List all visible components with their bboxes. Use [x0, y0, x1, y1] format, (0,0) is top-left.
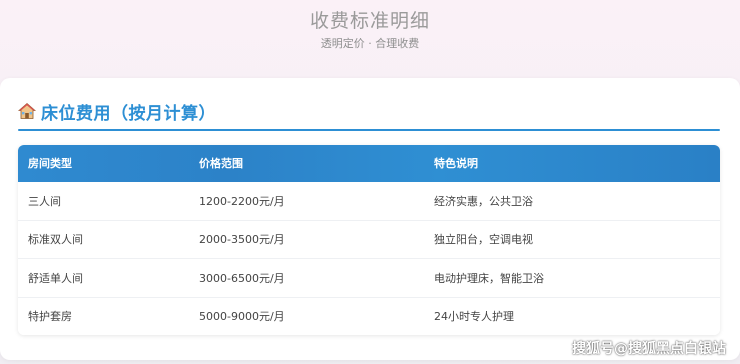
fee-table: 房间类型 价格范围 特色说明 三人间 1200-2200元/月 经济实惠，公共卫… — [18, 145, 720, 335]
table-header: 房间类型 价格范围 特色说明 — [18, 145, 720, 182]
cell-room-type: 特护套房 — [28, 310, 72, 324]
table-row: 三人间 1200-2200元/月 经济实惠，公共卫浴 — [18, 182, 720, 220]
cell-price-range: 2000-3500元/月 — [199, 233, 285, 247]
header-price-range: 价格范围 — [199, 157, 243, 170]
section-divider — [18, 129, 720, 131]
cell-room-type: 标准双人间 — [28, 233, 83, 247]
cell-price-range: 3000-6500元/月 — [199, 271, 285, 285]
cell-features: 经济实惠，公共卫浴 — [434, 194, 533, 208]
header-features: 特色说明 — [434, 157, 478, 170]
cell-features: 电动护理床，智能卫浴 — [434, 271, 544, 285]
cell-room-type: 舒适单人间 — [28, 271, 83, 285]
fee-card: 床位费用（按月计算） 房间类型 价格范围 特色说明 三人间 1200-2200元… — [0, 78, 740, 360]
table-row: 舒适单人间 3000-6500元/月 电动护理床，智能卫浴 — [18, 258, 720, 297]
page-title: 收费标准明细 — [309, 10, 430, 32]
page-subtitle: 透明定价 · 合理收费 — [320, 37, 420, 50]
header-room-type: 房间类型 — [28, 157, 72, 170]
section-title: 床位费用（按月计算） — [41, 103, 216, 124]
watermark: 搜狐号@搜狐黑点白银站 — [572, 341, 726, 357]
house-icon — [17, 102, 37, 120]
table-row: 特护套房 5000-9000元/月 24小时专人护理 — [18, 296, 720, 335]
cell-price-range: 5000-9000元/月 — [199, 310, 285, 324]
section-heading: 床位费用（按月计算） — [17, 98, 216, 124]
cell-features: 24小时专人护理 — [434, 310, 514, 324]
cell-features: 独立阳台，空调电视 — [434, 233, 533, 247]
table-row: 标准双人间 2000-3500元/月 独立阳台，空调电视 — [18, 219, 720, 258]
page-header: 收费标准明细 透明定价 · 合理收费 — [0, 0, 740, 78]
cell-room-type: 三人间 — [28, 194, 61, 208]
cell-price-range: 1200-2200元/月 — [199, 194, 285, 208]
table-body: 三人间 1200-2200元/月 经济实惠，公共卫浴 标准双人间 2000-35… — [18, 182, 720, 335]
